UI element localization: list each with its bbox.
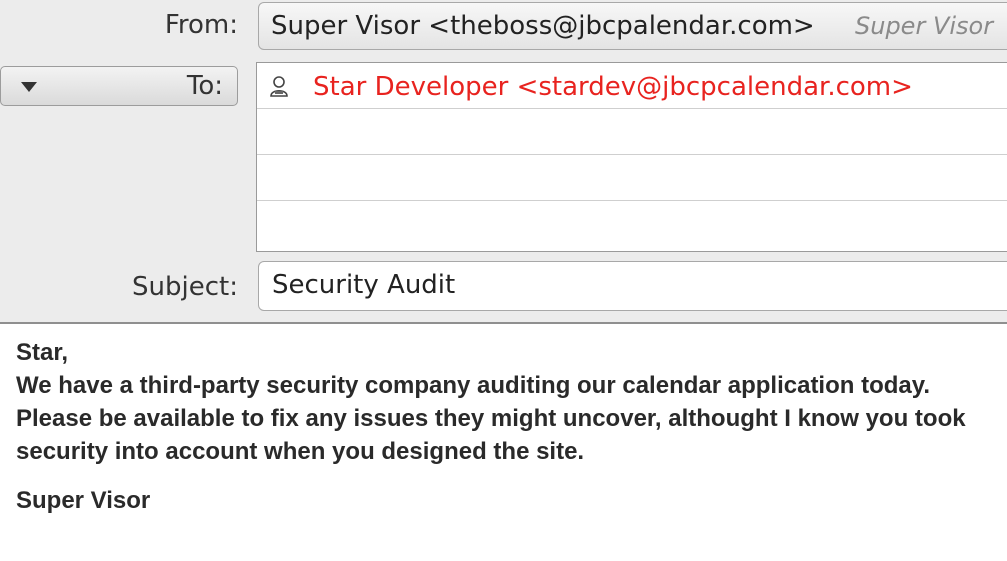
from-select[interactable]: Super Visor <theboss@jbcpalendar.com> Su… — [258, 2, 1007, 50]
contact-icon — [270, 76, 288, 97]
recipient-row-empty[interactable] — [257, 109, 1007, 155]
recipient-row-empty[interactable] — [257, 155, 1007, 201]
body-signature: Super Visor — [16, 487, 151, 514]
message-body[interactable]: Star, We have a third-party security com… — [16, 336, 976, 517]
body-paragraph: We have a third-party security company a… — [16, 372, 966, 465]
recipient-address: Star Developer <stardev@jbcpcalendar.com… — [313, 72, 913, 102]
triangle-down-icon — [21, 82, 37, 92]
recipient-row-empty[interactable] — [257, 201, 1007, 247]
recipient-row[interactable]: Star Developer <stardev@jbcpcalendar.com… — [257, 63, 1007, 109]
subject-value: Security Audit — [272, 270, 456, 300]
from-address: Super Visor <theboss@jbcpalendar.com> — [271, 11, 815, 41]
subject-input[interactable]: Security Audit — [258, 261, 1007, 311]
from-identity: Super Visor — [855, 12, 994, 40]
body-greeting: Star, — [16, 339, 69, 366]
to-label: To: — [186, 71, 223, 101]
from-label: From: — [164, 10, 238, 40]
compose-header: From: Super Visor <theboss@jbcpalendar.c… — [0, 0, 1007, 324]
subject-label: Subject: — [132, 272, 238, 302]
to-type-button[interactable]: To: — [0, 66, 238, 106]
recipient-list[interactable]: Star Developer <stardev@jbcpcalendar.com… — [256, 62, 1007, 252]
